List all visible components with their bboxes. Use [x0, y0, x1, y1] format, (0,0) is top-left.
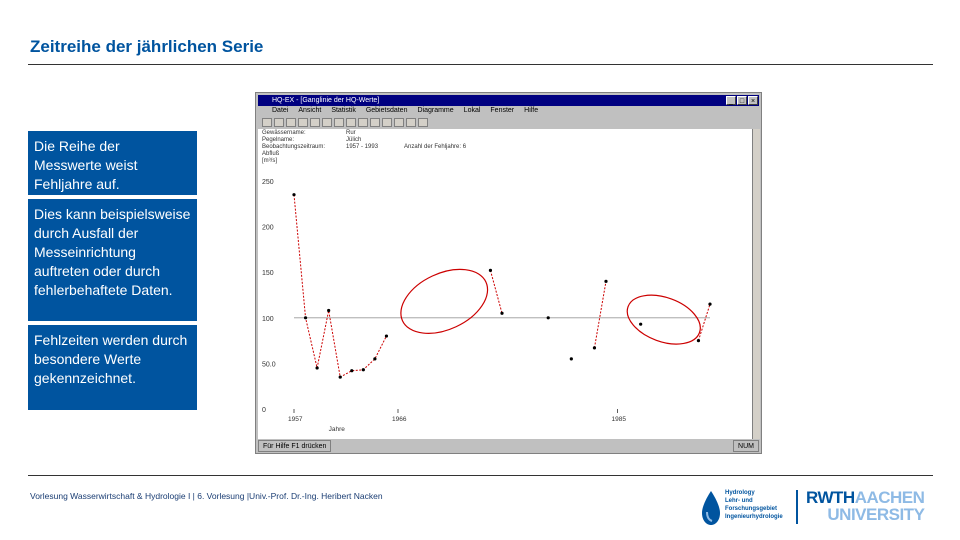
data-point — [327, 308, 331, 313]
toolbar-info-icon — [418, 117, 428, 127]
rwth-logo-university: UNIVERSITY — [827, 505, 925, 524]
statusbar: Für Hilfe F1 drücken NUM — [258, 440, 759, 452]
gap-ellipse-2 — [626, 294, 701, 345]
window-titlebar: HQ-EX - [Ganglinie der HQ-Werte] _ □ × — [258, 95, 759, 106]
footer-text: Vorlesung Wasserwirtschaft & Hydrologie … — [30, 491, 383, 501]
hq-ex-window-screenshot: HQ-EX - [Ganglinie der HQ-Werte] _ □ × D… — [255, 92, 762, 454]
toolbar-table-icon — [370, 117, 380, 127]
missing-years-count: Anzahl der Fehljahre: 6 — [404, 144, 467, 150]
y-tick-label: 100 — [262, 316, 274, 323]
y-tick-label: 0 — [262, 407, 266, 414]
gauge-info-values: Rur Jülich 1957 - 1993 — [346, 130, 379, 150]
y-tick-label: 150 — [262, 270, 274, 277]
toolbar-open-icon — [274, 117, 284, 127]
toolbar-new-icon — [262, 117, 272, 127]
data-point — [639, 322, 643, 326]
toolbar-print-icon — [298, 117, 308, 127]
slide-title: Zeitreihe der jährlichen Serie — [30, 37, 264, 56]
logo-divider — [796, 490, 798, 524]
y-tick-label: 50.0 — [262, 361, 276, 368]
water-drop-icon — [702, 491, 720, 525]
y-tick-label: 250 — [262, 179, 274, 186]
maximize-button: □ — [737, 96, 747, 105]
minimize-button: _ — [726, 96, 736, 105]
data-point — [500, 311, 504, 315]
series-line — [489, 270, 503, 314]
x-tick-label: 1957 — [288, 416, 303, 423]
toolbar-cut-icon — [310, 117, 320, 127]
toolbar-help-icon — [346, 117, 356, 127]
series-line — [293, 194, 387, 378]
gap-ellipse-1 — [400, 268, 489, 334]
data-point — [338, 375, 342, 379]
menu-lokal: Lokal — [463, 107, 481, 114]
close-button: × — [748, 96, 758, 105]
series-line — [593, 281, 607, 348]
data-point — [373, 357, 377, 361]
data-point — [546, 316, 550, 320]
y-tick-label: 200 — [262, 225, 274, 232]
menu-fenster: Fenster — [490, 107, 515, 114]
plot-area: Gewässername: Pegelname: Beobachtungszei… — [258, 129, 753, 439]
x-tick-label: 1966 — [392, 416, 407, 423]
data-point — [696, 339, 701, 343]
menu-hilfe: Hilfe — [524, 107, 539, 114]
toolbar-chart-icon — [358, 117, 368, 127]
menu-gebietsdaten: Gebietsdaten — [365, 107, 408, 114]
data-point — [303, 316, 308, 320]
data-point — [292, 193, 296, 197]
toolbar-paste-icon — [334, 117, 344, 127]
toolbar-zoom-icon — [394, 117, 404, 127]
data-point — [488, 268, 493, 272]
status-num: NUM — [733, 440, 759, 452]
toolbar — [258, 116, 759, 128]
data-point — [708, 302, 712, 306]
toolbar-stats-icon — [382, 117, 392, 127]
toolbar-save-icon — [286, 117, 296, 127]
window-title: HQ-EX - [Ganglinie der HQ-Werte] — [272, 97, 380, 104]
menu-diagramme: Diagramme — [417, 107, 454, 114]
vertical-scrollbar — [752, 129, 760, 439]
gauge-info-labels: Gewässername: Pegelname: Beobachtungszei… — [262, 130, 326, 164]
menu-statistik: Statistik — [331, 107, 356, 114]
text-box-3: Fehlzeiten werden durch besondere Werte … — [28, 325, 197, 410]
toolbar-grid-icon — [406, 117, 416, 127]
data-point — [569, 357, 573, 361]
data-point — [361, 368, 365, 372]
data-point — [384, 334, 389, 338]
data-point — [592, 346, 597, 350]
menubar: Datei Ansicht Statistik Gebietsdaten Dia… — [258, 106, 759, 116]
series-line — [697, 303, 711, 341]
text-box-1: Die Reihe der Messwerte weist Fehljahre … — [28, 131, 197, 195]
bottom-rule — [28, 475, 933, 476]
top-rule — [28, 64, 933, 65]
discharge-chart: 0 50.0 100 150 200 250 1957 1966 1985 Jahre — [262, 179, 712, 433]
data-point — [604, 279, 608, 283]
hydrology-logo-text: Hydrology Lehr- und Forschungsgebiet Ing… — [725, 490, 783, 520]
rwth-logo: RWTHAACHEN UNIVERSITY — [806, 489, 925, 524]
hydrology-logo: Hydrology Lehr- und Forschungsgebiet Ing… — [700, 489, 790, 527]
data-point — [315, 366, 319, 370]
menu-datei: Datei — [272, 107, 289, 114]
toolbar-copy-icon — [322, 117, 332, 127]
data-point — [350, 369, 354, 373]
text-box-2: Dies kann beispielsweise durch Ausfall d… — [28, 199, 197, 321]
x-axis-sublabel: Jahre — [329, 426, 346, 433]
status-help: Für Hilfe F1 drücken — [258, 440, 332, 452]
menu-ansicht: Ansicht — [298, 107, 322, 114]
x-tick-label: 1985 — [612, 416, 627, 423]
